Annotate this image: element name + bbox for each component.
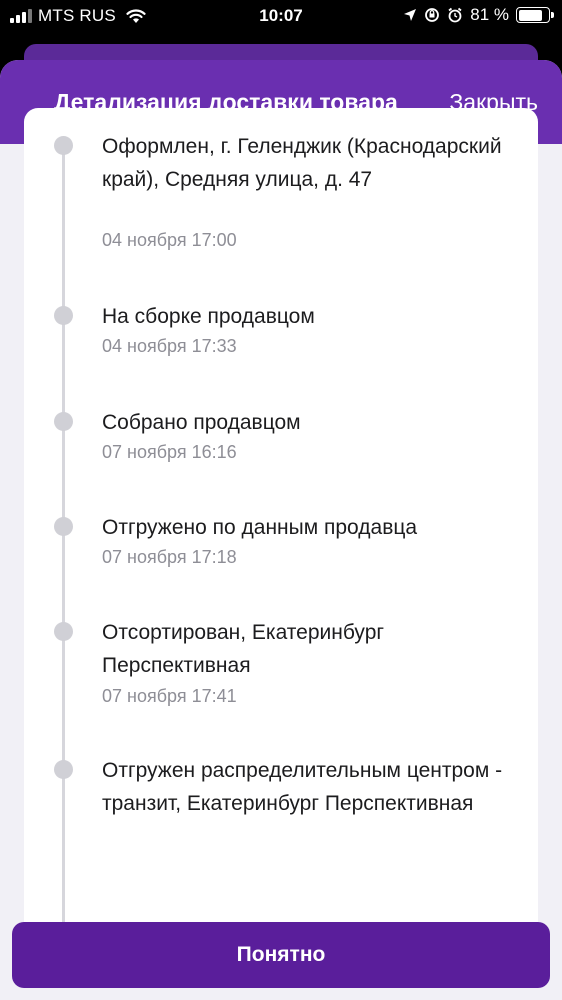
timeline-dot — [54, 136, 73, 155]
event-time: 04 ноября 17:00 — [102, 230, 237, 250]
event-time: 04 ноября 17:33 — [102, 336, 237, 356]
tracking-timeline-card: Оформлен, г. Геленджик (Краснодарский кр… — [24, 108, 538, 948]
location-arrow-icon — [404, 9, 417, 21]
timeline-dot — [54, 306, 73, 325]
timeline-dot — [54, 517, 73, 536]
event-title: На сборке продавцом — [102, 305, 315, 328]
event-time: 07 ноября 17:18 — [102, 547, 237, 567]
status-bar-right: 81 % — [403, 5, 554, 25]
orientation-lock-icon — [425, 8, 440, 22]
event-title: Отсортирован, Екатеринбург Перспективная — [102, 621, 385, 677]
event-title: Отгружено по данным продавца — [102, 516, 418, 539]
event-time: 07 ноября 17:41 — [102, 686, 237, 706]
battery-icon — [516, 7, 554, 23]
timeline-dot — [54, 622, 73, 641]
alarm-icon — [448, 7, 462, 23]
status-bar: MTS RUS 10:07 81 % — [0, 0, 562, 34]
event-title: Собрано продавцом — [102, 411, 301, 434]
got-it-button[interactable]: Понятно — [12, 922, 550, 988]
battery-percent: 81 % — [470, 5, 509, 24]
event-time: 07 ноября 16:16 — [102, 442, 237, 462]
timeline-dot — [54, 412, 73, 431]
event-title: Оформлен, г. Геленджик (Краснодарский кр… — [102, 135, 502, 191]
battery-level — [518, 9, 542, 21]
timeline-line — [62, 140, 65, 948]
event-title: Отгружен распределительным центром - тра… — [102, 759, 503, 815]
timeline-dot — [54, 760, 73, 779]
